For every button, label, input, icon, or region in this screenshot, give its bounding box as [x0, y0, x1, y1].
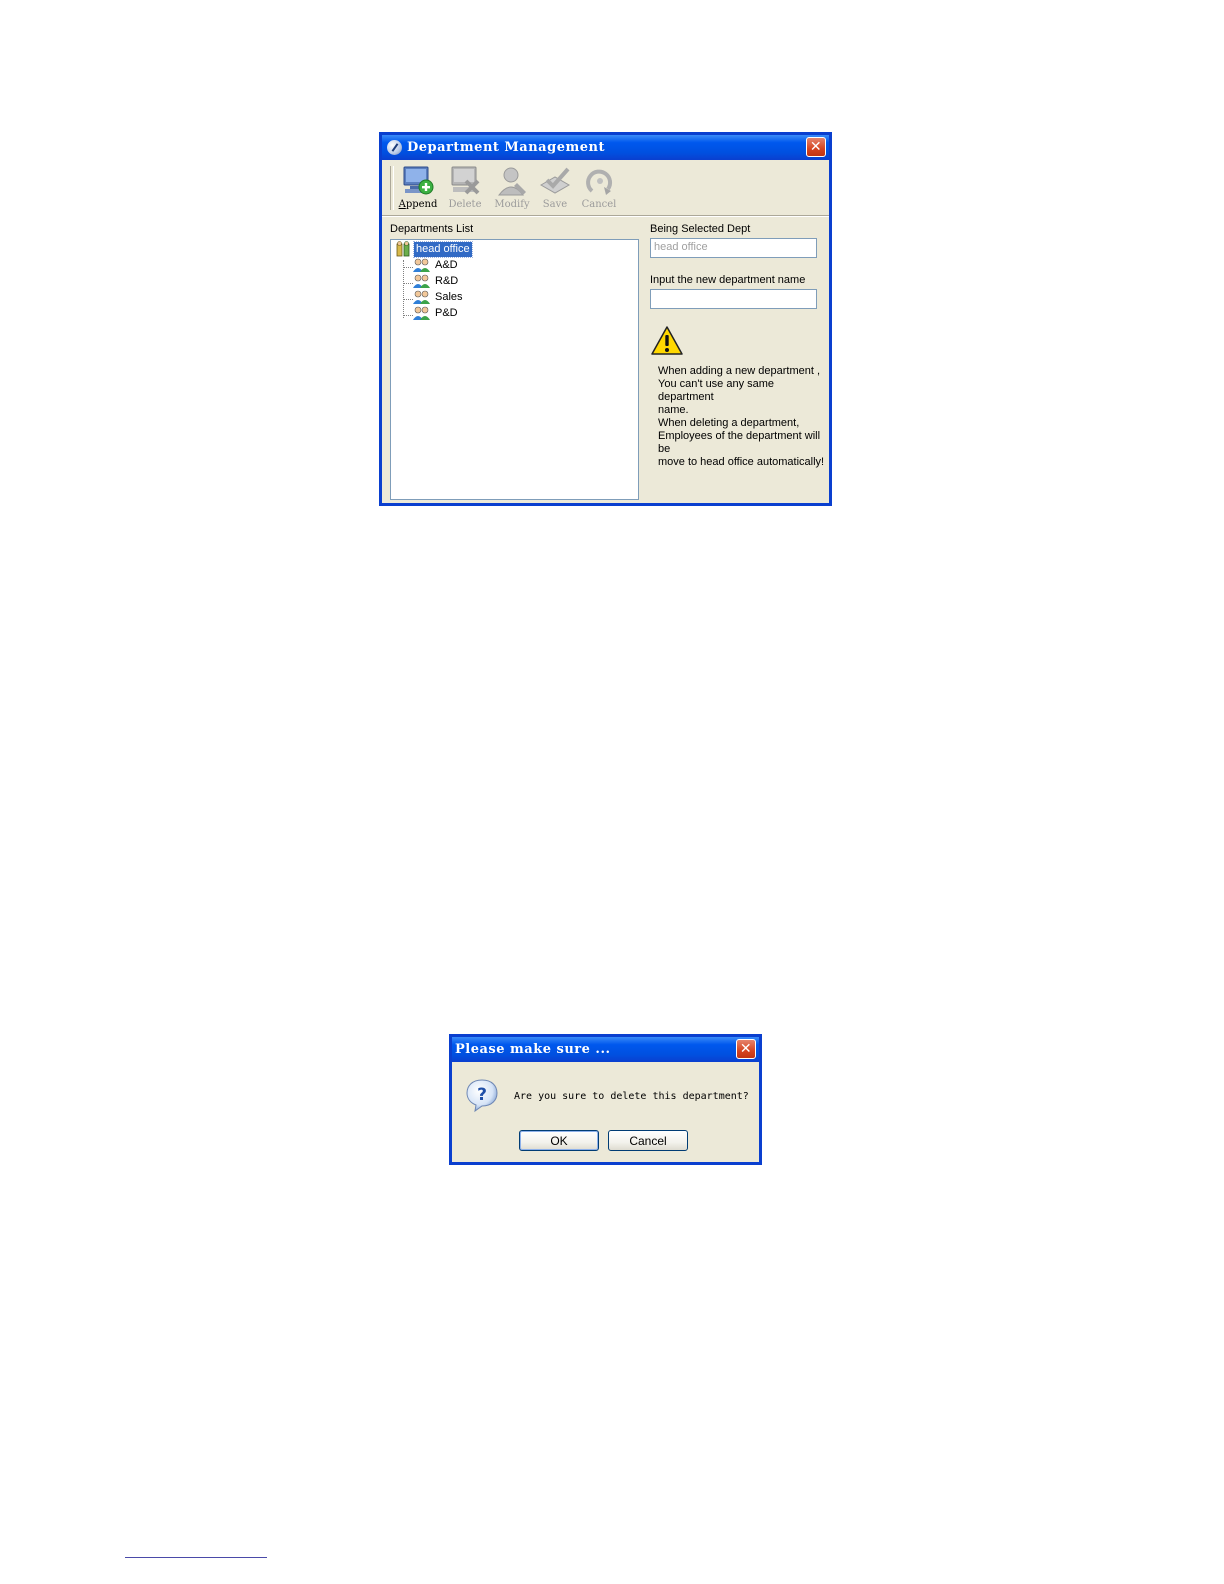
department-users-icon	[413, 258, 430, 272]
delete-label: Delete	[448, 199, 482, 210]
departments-tree[interactable]: head office A&D R&D Sales P&D	[390, 239, 639, 500]
new-dept-name-label: Input the new department name	[650, 274, 806, 286]
save-button[interactable]: Save	[532, 165, 578, 213]
tree-node-label: Sales	[435, 290, 463, 303]
delete-button[interactable]: Delete	[442, 165, 488, 213]
toolbar-divider	[382, 215, 829, 217]
tree-line	[403, 299, 413, 300]
ok-button[interactable]: OK	[519, 1130, 599, 1151]
tree-node-label: A&D	[435, 258, 458, 271]
tree-line	[403, 267, 413, 268]
tree-node-root[interactable]: head office	[395, 240, 473, 258]
department-users-icon	[413, 290, 430, 304]
title-bar: Department Management ✕	[382, 135, 829, 160]
toolbar: Append Delete Modify Save Cancel	[387, 162, 827, 214]
cancel-label: Cancel	[581, 199, 617, 210]
append-label: Append	[398, 199, 438, 210]
dialog-message: Are you sure to delete this department?	[514, 1091, 749, 1102]
tree-line	[403, 260, 404, 318]
modify-icon	[497, 167, 526, 196]
dialog-title-bar: Please make sure ... ✕	[452, 1037, 759, 1062]
cancel-button[interactable]: Cancel	[576, 165, 622, 213]
departments-list-label: Departments List	[390, 223, 474, 235]
save-icon	[539, 167, 571, 194]
help-note: When adding a new department , You can't…	[658, 365, 830, 469]
append-button[interactable]: Append	[395, 165, 441, 213]
dialog-title: Please make sure ...	[455, 1042, 611, 1057]
window-title: Department Management	[407, 140, 605, 155]
note-line: When deleting a department,	[658, 417, 800, 429]
toolbar-grip[interactable]	[390, 166, 394, 210]
selected-dept-label: Being Selected Dept	[650, 223, 751, 235]
tree-line	[403, 283, 413, 284]
note-line: When adding a new department ,	[658, 365, 821, 377]
tree-node-dept[interactable]: Sales	[413, 289, 465, 305]
delete-icon	[451, 166, 480, 195]
tree-node-label: R&D	[435, 274, 459, 287]
tree-node-dept[interactable]: R&D	[413, 273, 460, 289]
tree-node-label: head office	[413, 240, 473, 258]
department-users-icon	[413, 306, 430, 320]
svg-text:?: ?	[477, 1085, 487, 1105]
close-button[interactable]: ✕	[806, 137, 826, 157]
dialog-cancel-button[interactable]: Cancel	[608, 1130, 688, 1151]
selected-dept-field: head office	[650, 238, 817, 258]
tree-node-label: P&D	[435, 306, 458, 319]
company-group-icon	[396, 241, 410, 257]
modify-button[interactable]: Modify	[489, 165, 535, 213]
note-line: Employees of the department will be	[658, 430, 821, 455]
tree-node-dept[interactable]: A&D	[413, 257, 460, 273]
dialog-close-button[interactable]: ✕	[736, 1039, 756, 1059]
append-icon	[403, 166, 434, 195]
new-dept-name-input[interactable]	[650, 289, 817, 309]
department-management-window: Department Management ✕ Append Delete Mo…	[379, 132, 832, 506]
save-label: Save	[542, 199, 568, 210]
note-line: You can't use any same department	[658, 378, 775, 403]
note-line: move to head office automatically!	[658, 456, 825, 468]
department-users-icon	[413, 274, 430, 288]
modify-label: Modify	[494, 199, 530, 210]
confirm-dialog: Please make sure ... ✕ ? Are you sure to…	[449, 1034, 762, 1165]
warning-icon	[651, 326, 683, 355]
tree-node-dept[interactable]: P&D	[413, 305, 460, 321]
tree-line	[403, 315, 413, 316]
footnote-rule	[125, 1557, 267, 1558]
note-line: name.	[658, 404, 689, 416]
app-clock-icon	[387, 140, 402, 155]
cancel-icon	[586, 169, 613, 195]
question-icon: ?	[466, 1079, 498, 1113]
